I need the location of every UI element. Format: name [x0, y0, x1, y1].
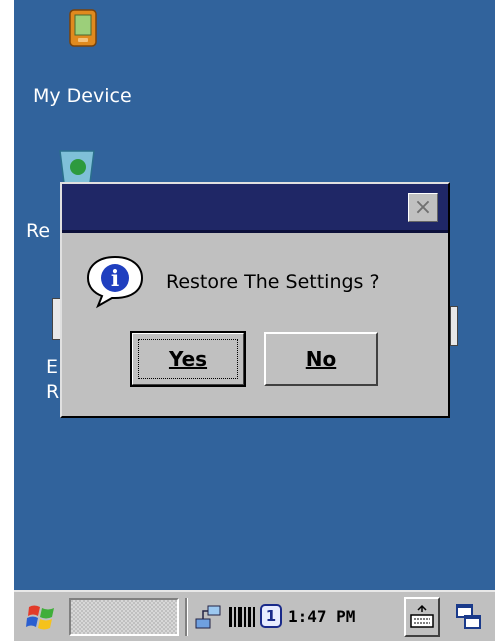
- yes-button[interactable]: Yes: [130, 331, 246, 387]
- close-button[interactable]: ×: [408, 193, 438, 222]
- close-icon: ×: [413, 194, 433, 220]
- desktop-icon-label-shortcut-line2[interactable]: R: [46, 381, 59, 403]
- input-mode-label: 1: [265, 607, 277, 625]
- taskbar-separator: [185, 598, 188, 636]
- barcode-icon[interactable]: [228, 606, 256, 628]
- recycle-bin-icon[interactable]: [56, 145, 98, 185]
- svg-text:i: i: [111, 266, 119, 292]
- taskbar: 1 1:47 PM: [14, 590, 495, 641]
- show-desktop-icon: [456, 604, 481, 629]
- network-icon[interactable]: [194, 603, 224, 631]
- dialog-message: Restore The Settings ?: [166, 271, 380, 293]
- device-screen: My Device Re E R × i Restore The Setting…: [14, 0, 495, 641]
- shortcut-icon-edge-right: [450, 306, 458, 346]
- desktop: My Device Re E R × i Restore The Setting…: [14, 0, 495, 590]
- desktop-icon-label-recycle-bin[interactable]: Re: [26, 220, 50, 242]
- keyboard-button[interactable]: [404, 597, 440, 637]
- restore-settings-dialog: × i Restore The Settings ? Yes No: [60, 182, 450, 418]
- no-button[interactable]: No: [264, 332, 378, 386]
- taskbar-app-slot[interactable]: [69, 598, 179, 636]
- show-desktop-button[interactable]: [450, 597, 488, 637]
- desktop-icon-label-my-device[interactable]: My Device: [33, 85, 132, 107]
- start-button[interactable]: [22, 598, 62, 636]
- dialog-titlebar[interactable]: ×: [62, 184, 448, 233]
- keyboard-icon: [410, 604, 434, 628]
- input-mode-1-icon[interactable]: 1: [260, 604, 282, 628]
- desktop-icon-label-shortcut-line1[interactable]: E: [46, 356, 58, 378]
- info-icon: i: [84, 253, 146, 313]
- system-tray: 1 1:47 PM: [190, 598, 400, 636]
- pda-icon[interactable]: [66, 8, 102, 48]
- yes-button-label: Yes: [168, 347, 208, 371]
- clock[interactable]: 1:47 PM: [288, 607, 355, 626]
- windows-flag-icon: [26, 605, 54, 630]
- no-button-label: No: [305, 347, 337, 371]
